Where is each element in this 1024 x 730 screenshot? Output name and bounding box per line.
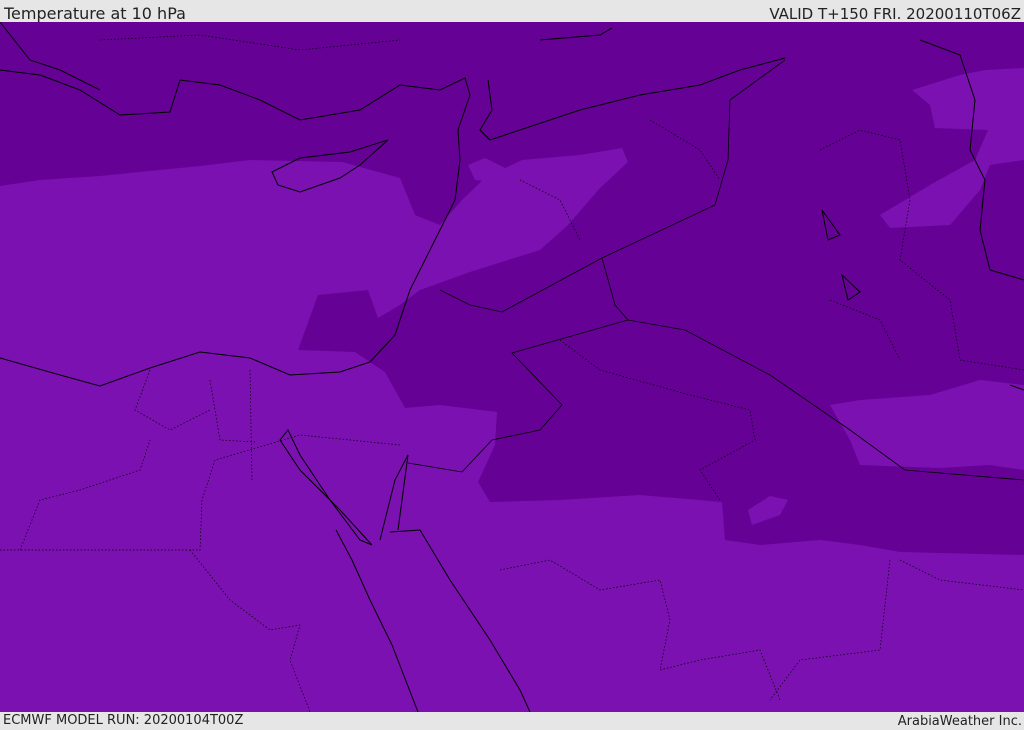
footer-bar: ECMWF MODEL RUN: 20200104T00Z ArabiaWeat… — [0, 712, 1024, 729]
valid-time: VALID T+150 FRI. 20200110T06Z — [769, 5, 1021, 23]
credit-text: ArabiaWeather Inc. — [897, 714, 1022, 729]
temperature-map — [0, 22, 1024, 712]
map-title: Temperature at 10 hPa — [4, 4, 186, 23]
header-bar: Temperature at 10 hPa VALID T+150 FRI. 2… — [0, 0, 1024, 23]
model-run: ECMWF MODEL RUN: 20200104T00Z — [3, 713, 244, 728]
